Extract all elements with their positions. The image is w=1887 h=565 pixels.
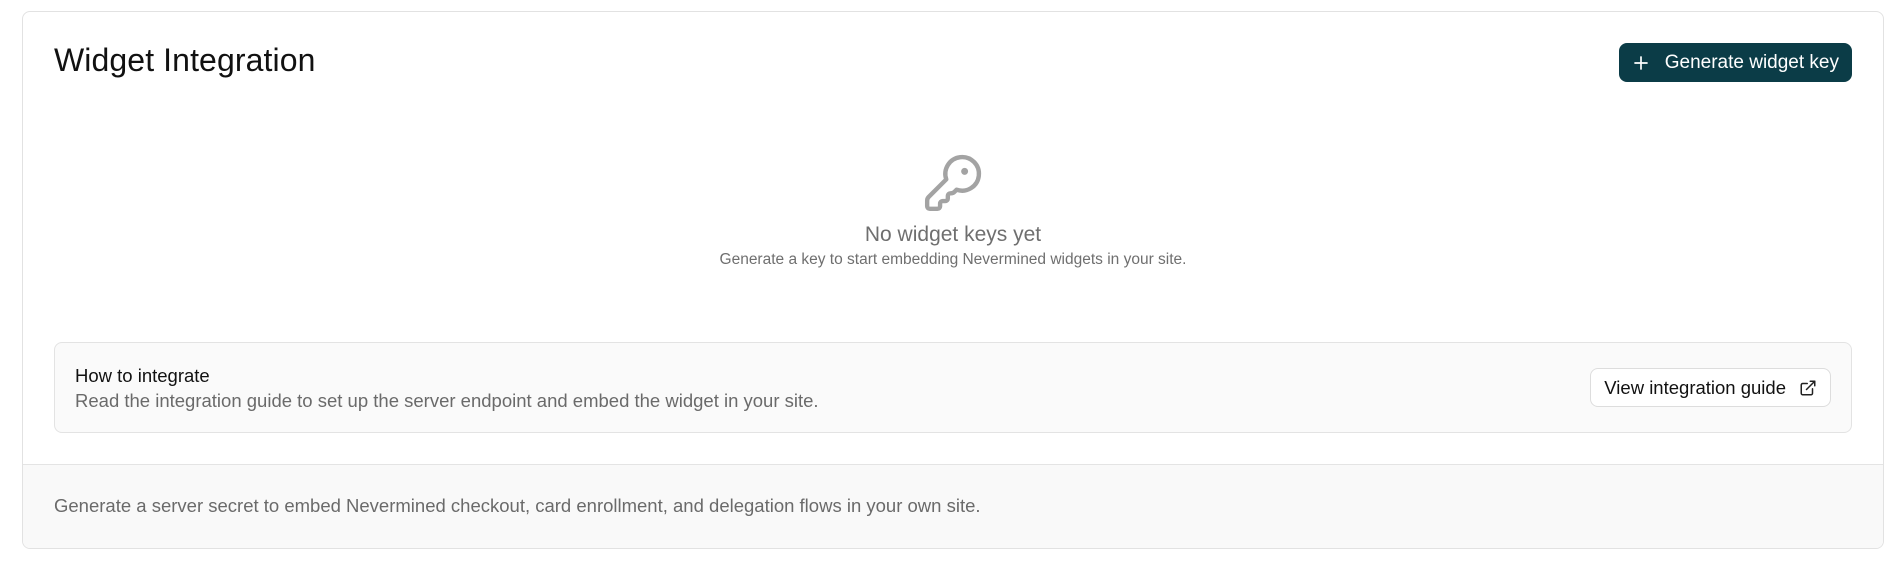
card-footer: Generate a server secret to embed Neverm… bbox=[23, 464, 1883, 548]
guide-title: How to integrate bbox=[75, 365, 210, 386]
footer-text: Generate a server secret to embed Neverm… bbox=[54, 495, 981, 516]
view-integration-guide-label: View integration guide bbox=[1604, 376, 1786, 398]
guide-description: Read the integration guide to set up the… bbox=[75, 390, 819, 411]
empty-state: No widget keys yet Generate a key to sta… bbox=[23, 152, 1883, 269]
widget-integration-card: Widget Integration Generate widget key N… bbox=[22, 11, 1884, 549]
empty-state-subtitle: Generate a key to start embedding Neverm… bbox=[719, 251, 1187, 268]
page-title: Widget Integration bbox=[54, 42, 316, 78]
key-icon bbox=[924, 154, 982, 212]
view-integration-guide-button[interactable]: View integration guide bbox=[1590, 368, 1831, 407]
plus-icon bbox=[1633, 55, 1648, 70]
external-link-icon bbox=[1800, 380, 1816, 395]
empty-state-title: No widget keys yet bbox=[864, 223, 1042, 246]
generate-widget-key-button[interactable]: Generate widget key bbox=[1618, 43, 1852, 82]
integration-guide-panel: How to integrate Read the integration gu… bbox=[54, 342, 1852, 433]
generate-widget-key-label: Generate widget key bbox=[1664, 51, 1839, 73]
